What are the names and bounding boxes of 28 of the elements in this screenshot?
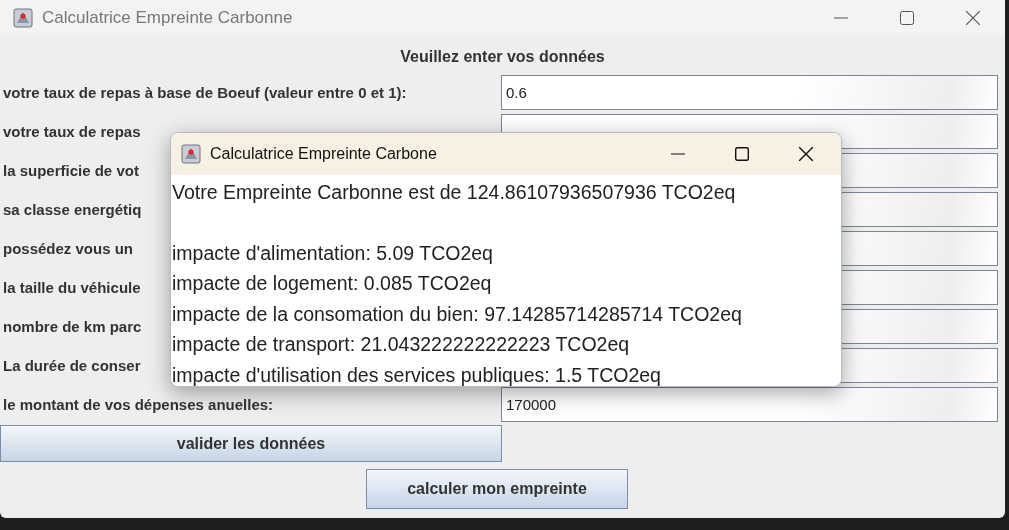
app-icon bbox=[13, 7, 33, 28]
result-line: impacte de transport: 21.043222222222223 TCO2eq bbox=[172, 333, 630, 355]
field-label: sa classe energétiq bbox=[3, 200, 142, 218]
close-icon[interactable] bbox=[799, 147, 813, 161]
close-icon[interactable] bbox=[966, 10, 980, 25]
calculate-button[interactable]: calculer mon empreinte bbox=[366, 469, 628, 509]
result-line: impacte d'alimentation: 5.09 TCO2eq bbox=[172, 241, 493, 264]
result-line: impacte de la consomation du bien: 97.14285714285714 TCO2eq bbox=[172, 302, 742, 325]
maximize-icon[interactable] bbox=[900, 10, 914, 25]
field-label: la superficie de vot bbox=[3, 161, 139, 179]
field-label: La durée de conser bbox=[3, 356, 141, 374]
app-icon bbox=[181, 144, 201, 164]
result-line: impacte de logement: 0.085 TCO2eq bbox=[172, 272, 492, 294]
input-field[interactable]: 170000 bbox=[501, 387, 998, 422]
form-heading: Veuillez enter vos données bbox=[399, 48, 606, 66]
result-line: impacte d'utilisation des services publiques: 1.5 TCO2eq bbox=[172, 363, 661, 386]
window-title: Calculatrice Empreinte Carbonne bbox=[42, 7, 293, 28]
field-label: le montant de vos dépenses anuelles: bbox=[3, 395, 274, 413]
field-label: votre taux de repas bbox=[3, 122, 141, 140]
validate-button[interactable]: valider les données bbox=[0, 425, 502, 462]
field-label: votre taux de repas à base de Boeuf (valeur entre 0 et 1): bbox=[3, 83, 407, 101]
field-label: nombre de km parc bbox=[3, 317, 142, 335]
maximize-icon[interactable] bbox=[735, 147, 749, 161]
field-label: la taille du véhicule bbox=[3, 278, 141, 296]
field-label: possédez vous un bbox=[3, 239, 134, 257]
input-field[interactable]: 0.6 bbox=[501, 75, 998, 110]
result-line: Votre Empreinte Carbonne est de 124.86107936507936 TCO2eq bbox=[172, 181, 736, 203]
dialog-title: Calculatrice Empreinte Carbone bbox=[210, 145, 437, 163]
